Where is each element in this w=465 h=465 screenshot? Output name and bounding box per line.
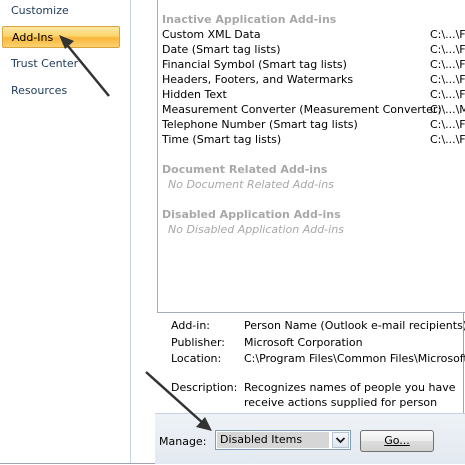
addin-name: Date (Smart tag lists) xyxy=(162,43,281,56)
list-item[interactable]: Measurement Converter (Measurement Conve… xyxy=(162,102,465,117)
nav-item-label: Trust Center xyxy=(11,57,79,70)
addin-name: Financial Symbol (Smart tag lists) xyxy=(162,58,347,71)
nav-item-label: Add-Ins xyxy=(12,31,54,44)
manage-dropdown[interactable]: Disabled Items xyxy=(215,430,351,450)
addin-name: Headers, Footers, and Watermarks xyxy=(162,73,354,86)
add-ins-panel: Inactive Application Add-ins Custom XML … xyxy=(131,0,465,464)
nav-item-add-ins[interactable]: Add-Ins xyxy=(2,26,120,48)
addin-detail-label: Add-in: xyxy=(171,319,210,332)
inactive-section-header: Inactive Application Add-ins xyxy=(162,13,337,26)
addin-location: C:\...\Fi xyxy=(430,118,465,131)
location-value: C:\Program Files\Common Files\Microsoft … xyxy=(244,352,465,365)
addin-name: Measurement Converter (Measurement Conve… xyxy=(162,103,442,116)
list-item[interactable]: Date (Smart tag lists) C:\...\Fi xyxy=(162,42,465,57)
description-value: Recognizes names of people you have rece… xyxy=(244,381,456,409)
addin-location: C:\...\Fi xyxy=(430,58,465,71)
document-section-header: Document Related Add-ins xyxy=(162,163,328,176)
addin-name: Time (Smart tag lists) xyxy=(162,133,282,146)
manage-bar: Manage: Disabled Items Go... xyxy=(155,413,465,464)
manage-label: Manage: xyxy=(159,435,207,448)
list-item[interactable]: Hidden Text C:\...\Fi xyxy=(162,87,465,102)
list-item[interactable]: Headers, Footers, and Watermarks C:\...\… xyxy=(162,72,465,87)
options-dialog: Customize Add-Ins Trust Center Resources… xyxy=(0,0,465,464)
addin-location: C:\...\Fi xyxy=(430,43,465,56)
addin-location: C:\...\M xyxy=(430,103,465,116)
manage-selected-value: Disabled Items xyxy=(217,432,329,448)
addin-name: Hidden Text xyxy=(162,88,227,101)
addin-location: C:\...\Fi xyxy=(430,133,465,146)
disabled-section-header: Disabled Application Add-ins xyxy=(162,208,341,221)
addin-location: C:\...\Fi xyxy=(430,88,465,101)
addin-name: Custom XML Data xyxy=(162,28,261,41)
list-item[interactable]: Time (Smart tag lists) C:\...\Fi xyxy=(162,132,465,147)
document-empty-note: No Document Related Add-ins xyxy=(168,178,334,191)
publisher-label: Publisher: xyxy=(171,336,226,349)
chevron-down-icon xyxy=(335,437,346,444)
description-label: Description: xyxy=(171,381,238,394)
options-nav: Customize Add-Ins Trust Center Resources xyxy=(0,0,130,463)
list-item[interactable]: Telephone Number (Smart tag lists) C:\..… xyxy=(162,117,465,132)
addin-location: C:\...\Fi xyxy=(430,28,465,41)
disabled-empty-note: No Disabled Application Add-ins xyxy=(168,223,344,236)
list-item[interactable]: Financial Symbol (Smart tag lists) C:\..… xyxy=(162,57,465,72)
nav-item-label: Resources xyxy=(11,84,68,97)
addin-name: Telephone Number (Smart tag lists) xyxy=(162,118,358,131)
nav-item-customize[interactable]: Customize xyxy=(2,0,120,22)
nav-item-resources[interactable]: Resources xyxy=(2,80,120,102)
go-button[interactable]: Go... xyxy=(360,430,434,452)
add-ins-list[interactable]: Inactive Application Add-ins Custom XML … xyxy=(157,0,465,313)
nav-item-label: Customize xyxy=(11,4,69,17)
list-item[interactable]: Custom XML Data C:\...\Fi xyxy=(162,27,465,42)
go-button-label: Go... xyxy=(384,434,410,447)
nav-item-trust-center[interactable]: Trust Center xyxy=(2,53,120,75)
addin-detail-value: Person Name (Outlook e-mail recipients) xyxy=(244,319,465,332)
publisher-value: Microsoft Corporation xyxy=(244,336,363,349)
location-label: Location: xyxy=(171,352,222,365)
dropdown-button[interactable] xyxy=(332,432,349,448)
addin-location: C:\...\Fi xyxy=(430,73,465,86)
